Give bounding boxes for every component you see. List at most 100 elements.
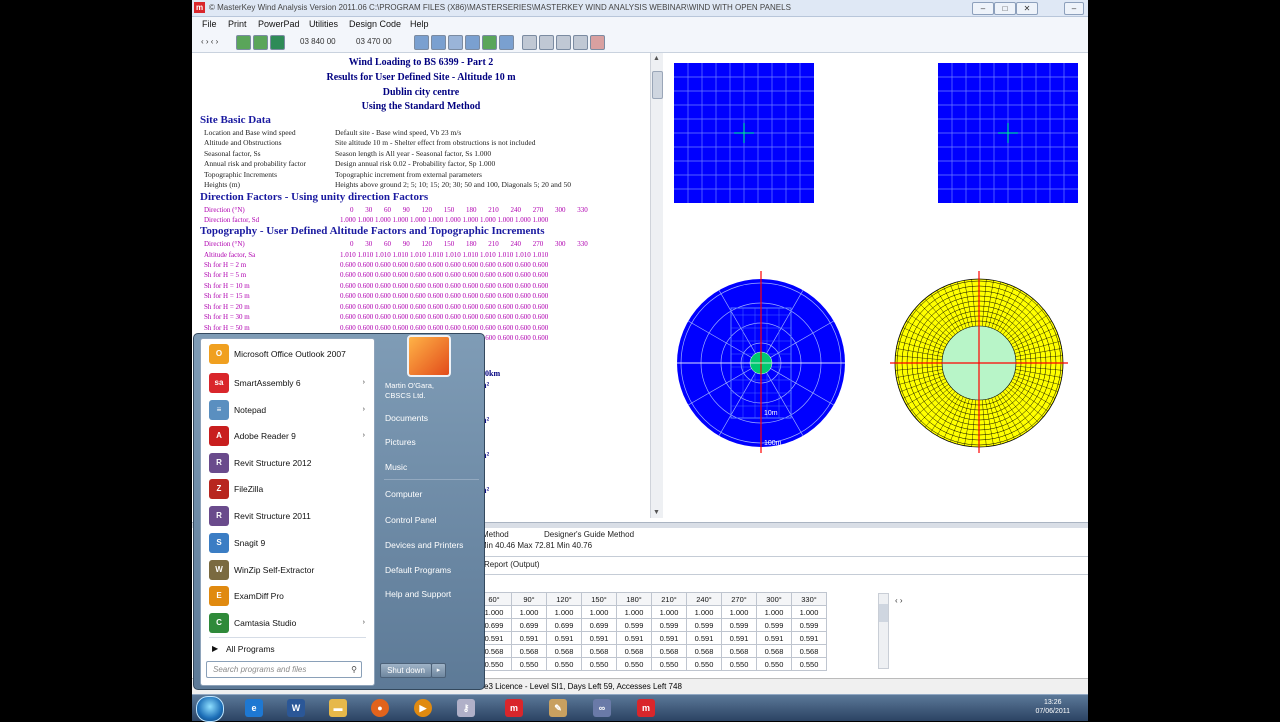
start-item-revit-2012[interactable]: R Revit Structure 2012 <box>201 450 374 476</box>
scroll-down-arrow[interactable]: ▼ <box>653 509 660 516</box>
start-orb-icon[interactable] <box>196 696 224 722</box>
nav-arrows[interactable]: ‹ › ‹ › <box>201 32 218 52</box>
start-link-default-programs[interactable]: Default Programs <box>385 562 477 578</box>
grid-cell[interactable]: 0.591 <box>791 631 827 645</box>
start-item-revit-2011[interactable]: R Revit Structure 2011 <box>201 503 374 529</box>
grid-cell[interactable]: 0.599 <box>721 618 757 632</box>
grid-cell[interactable]: 0.568 <box>791 644 827 658</box>
grid-header[interactable]: 120° <box>546 592 582 606</box>
maximize-button[interactable]: □ <box>994 2 1016 15</box>
grid-cell[interactable]: 0.550 <box>651 657 687 671</box>
report-scrollbar[interactable]: ▲ ▼ <box>650 53 663 518</box>
start-link-pictures[interactable]: Pictures <box>385 434 477 450</box>
grid-header[interactable]: 270° <box>721 592 757 606</box>
taskbar-media[interactable]: ▶ <box>405 697 441 719</box>
grid-cell[interactable]: 0.550 <box>756 657 792 671</box>
grid-cell[interactable]: 1.000 <box>756 605 792 619</box>
grid-header[interactable]: 240° <box>686 592 722 606</box>
grid-cell[interactable]: 1.000 <box>616 605 652 619</box>
grid-header[interactable]: 300° <box>756 592 792 606</box>
scroll-up-arrow[interactable]: ▲ <box>653 55 660 62</box>
start-link-help-support[interactable]: Help and Support <box>385 586 477 602</box>
shutdown-options-button[interactable]: ▸ <box>431 663 446 678</box>
grid-cell[interactable]: 0.568 <box>686 644 722 658</box>
grid-cell[interactable]: 0.591 <box>616 631 652 645</box>
shutdown-button[interactable]: Shut down <box>380 663 432 678</box>
grid-cell[interactable]: 0.568 <box>581 644 617 658</box>
grid-cell[interactable]: 0.599 <box>791 618 827 632</box>
grid-cell[interactable]: 0.591 <box>581 631 617 645</box>
all-programs-button[interactable]: ▶ All Programs <box>201 639 374 659</box>
window-restore-button[interactable]: – <box>1064 2 1084 15</box>
grid-cell[interactable]: 0.699 <box>546 618 582 632</box>
menu-help[interactable]: Help <box>410 17 429 32</box>
tool-button[interactable] <box>573 35 588 50</box>
grid-cell[interactable]: 0.550 <box>721 657 757 671</box>
start-item-adobe-reader[interactable]: A Adobe Reader 9 › <box>201 423 374 449</box>
start-item-camtasia[interactable]: C Camtasia Studio › <box>201 610 374 636</box>
menu-print[interactable]: Print <box>228 17 247 32</box>
grid-scrollbar[interactable] <box>878 593 889 669</box>
grid-cell[interactable]: 1.000 <box>511 605 547 619</box>
tool-button[interactable] <box>522 35 537 50</box>
grid-scroll-arrows[interactable]: ‹ › <box>895 596 903 605</box>
grid-cell[interactable]: 0.550 <box>546 657 582 671</box>
tool-button[interactable] <box>590 35 605 50</box>
start-item-filezilla[interactable]: Z FileZilla <box>201 476 374 502</box>
grid-header[interactable]: 330° <box>791 592 827 606</box>
grid-cell[interactable]: 0.568 <box>756 644 792 658</box>
view-button[interactable] <box>253 35 268 50</box>
grid-cell[interactable]: 0.568 <box>651 644 687 658</box>
user-name[interactable]: Martin O'Gara, CBSCS Ltd. <box>385 381 455 403</box>
start-item-outlook[interactable]: O Microsoft Office Outlook 2007 <box>201 341 374 367</box>
grid-cell[interactable]: 0.568 <box>616 644 652 658</box>
grid-cell[interactable]: 0.591 <box>756 631 792 645</box>
taskbar-paint[interactable]: ✎ <box>540 697 576 719</box>
start-link-control-panel[interactable]: Control Panel <box>385 512 477 528</box>
grid-cell[interactable]: 1.000 <box>686 605 722 619</box>
start-item-smartassembly[interactable]: sa SmartAssembly 6 › <box>201 370 374 396</box>
start-search-input[interactable]: Search programs and files ⚲ <box>206 661 362 678</box>
close-button[interactable]: ✕ <box>1016 2 1038 15</box>
grid-header[interactable]: 150° <box>581 592 617 606</box>
grid-cell[interactable]: 0.591 <box>511 631 547 645</box>
tab-report-output[interactable]: Report (Output) <box>484 560 540 569</box>
tool-button[interactable] <box>465 35 480 50</box>
grid-cell[interactable]: 0.591 <box>651 631 687 645</box>
grid-cell[interactable]: 1.000 <box>721 605 757 619</box>
grid-cell[interactable]: 0.550 <box>791 657 827 671</box>
grid-cell[interactable]: 0.550 <box>686 657 722 671</box>
taskbar-network[interactable]: ∞ <box>584 697 620 719</box>
system-clock[interactable]: 13:26 07/06/2011 <box>1035 698 1070 716</box>
taskbar-key[interactable]: ⚷ <box>448 697 484 719</box>
grid-cell[interactable]: 0.550 <box>511 657 547 671</box>
grid-cell[interactable]: 0.591 <box>686 631 722 645</box>
grid-scroll-thumb[interactable] <box>879 604 888 622</box>
results-grid[interactable]: 60° 90° 120° 150° 180° 210° 240° 270° 300° 330° 1… <box>476 592 827 671</box>
tool-button[interactable] <box>414 35 429 50</box>
grid-cell[interactable]: 0.599 <box>616 618 652 632</box>
start-item-winzip[interactable]: W WinZip Self-Extractor <box>201 557 374 583</box>
grid-header[interactable]: 90° <box>511 592 547 606</box>
start-link-computer[interactable]: Computer <box>385 486 477 502</box>
grid-cell[interactable]: 0.591 <box>721 631 757 645</box>
grid-cell[interactable]: 0.550 <box>581 657 617 671</box>
menu-design-code[interactable]: Design Code <box>349 17 401 32</box>
grid-header[interactable]: 210° <box>651 592 687 606</box>
tool-button[interactable] <box>556 35 571 50</box>
start-link-documents[interactable]: Documents <box>385 410 477 426</box>
grid-cell[interactable]: 0.568 <box>721 644 757 658</box>
tool-button[interactable] <box>539 35 554 50</box>
grid-cell[interactable]: 0.699 <box>581 618 617 632</box>
grid-cell[interactable]: 1.000 <box>651 605 687 619</box>
grid-cell[interactable]: 1.000 <box>791 605 827 619</box>
taskbar-word[interactable]: W <box>278 697 314 719</box>
scroll-thumb[interactable] <box>652 71 663 99</box>
menu-powerpad[interactable]: PowerPad <box>258 17 300 32</box>
grid-cell[interactable]: 0.699 <box>511 618 547 632</box>
grid-cell[interactable]: 0.568 <box>511 644 547 658</box>
grid-cell[interactable]: 0.550 <box>616 657 652 671</box>
tool-button[interactable] <box>431 35 446 50</box>
grid-cell[interactable]: 0.599 <box>756 618 792 632</box>
taskbar-masterkey[interactable]: m <box>496 697 532 719</box>
